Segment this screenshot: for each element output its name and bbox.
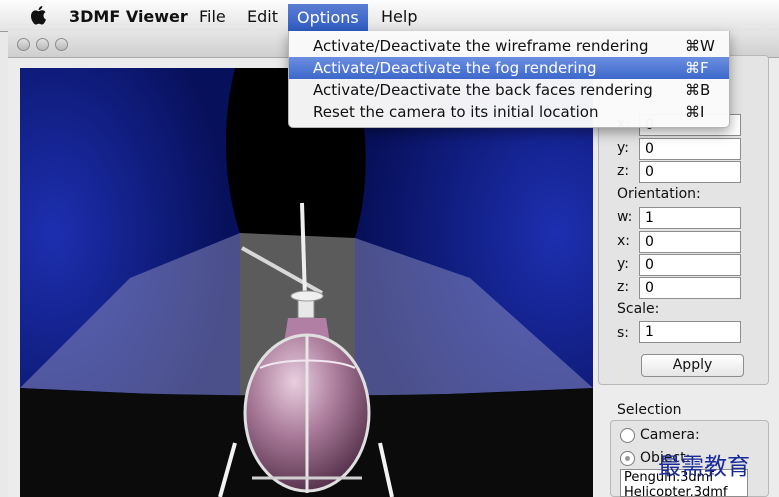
menu-bar: 3DMF Viewer File Edit Options Help — [0, 0, 779, 32]
menu-item-label: Activate/Deactivate the wireframe render… — [313, 37, 649, 55]
orientation-x-input[interactable] — [639, 231, 741, 253]
menu-item-label: Reset the camera to its initial location — [313, 103, 599, 121]
position-z-input[interactable] — [639, 161, 741, 183]
orientation-w-input[interactable] — [639, 207, 741, 229]
menu-item-label: Activate/Deactivate the back faces rende… — [313, 81, 653, 99]
menu-options[interactable]: Options — [288, 4, 368, 31]
position-y-input[interactable] — [639, 138, 741, 160]
menu-item-shortcut: ⌘B — [685, 81, 711, 99]
menu-item-shortcut: ⌘I — [685, 103, 705, 121]
menu-help[interactable]: Help — [381, 7, 417, 26]
orientation-y-label: y: — [617, 256, 629, 272]
list-item[interactable]: Helicopter.3dmf — [621, 485, 747, 496]
menu-file[interactable]: File — [199, 7, 226, 26]
options-dropdown-menu: Activate/Deactivate the wireframe render… — [288, 31, 730, 128]
scale-title: Scale: — [617, 301, 660, 317]
orientation-z-label: z: — [617, 279, 630, 295]
close-window-icon[interactable] — [17, 38, 30, 51]
position-y-label: y: — [617, 140, 629, 156]
menu-item-label: Activate/Deactivate the fog rendering — [313, 59, 597, 77]
apple-logo-icon[interactable] — [30, 5, 48, 25]
selection-title: Selection — [617, 402, 682, 418]
orientation-z-input[interactable] — [639, 277, 741, 299]
menu-item-wireframe[interactable]: Activate/Deactivate the wireframe render… — [289, 35, 729, 57]
orientation-w-label: w: — [617, 209, 633, 225]
camera-radio[interactable] — [620, 428, 635, 443]
orientation-title: Orientation: — [617, 186, 701, 202]
orientation-x-label: x: — [617, 233, 631, 249]
scale-s-label: s: — [617, 325, 630, 341]
menu-item-fog[interactable]: Activate/Deactivate the fog rendering ⌘F — [289, 57, 729, 79]
position-z-label: z: — [617, 163, 630, 179]
menu-edit[interactable]: Edit — [247, 7, 278, 26]
apply-button[interactable]: Apply — [641, 354, 744, 377]
menu-item-back-faces[interactable]: Activate/Deactivate the back faces rende… — [289, 79, 729, 101]
scale-s-input[interactable] — [639, 321, 741, 343]
object-radio[interactable] — [620, 451, 635, 466]
watermark-text: 最需教育 — [658, 454, 750, 480]
3d-viewport[interactable] — [20, 68, 593, 497]
menu-item-shortcut: ⌘F — [685, 59, 709, 77]
orientation-y-input[interactable] — [639, 254, 741, 276]
menu-item-shortcut: ⌘W — [685, 37, 715, 55]
minimize-window-icon[interactable] — [36, 38, 49, 51]
app-menu[interactable]: 3DMF Viewer — [69, 7, 188, 26]
menu-item-reset-camera[interactable]: Reset the camera to its initial location… — [289, 101, 729, 123]
zoom-window-icon[interactable] — [55, 38, 68, 51]
camera-radio-label: Camera: — [640, 427, 700, 443]
